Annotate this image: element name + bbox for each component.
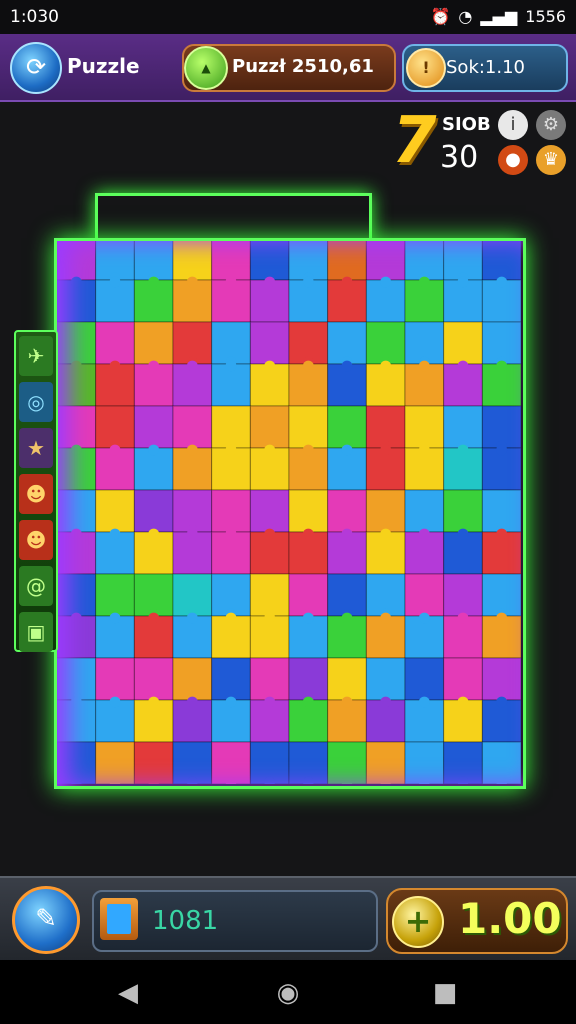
stat-value: 30 xyxy=(440,140,479,175)
signal-icon: ▂▄▆ xyxy=(480,7,518,26)
star-icon[interactable]: ★ xyxy=(19,428,53,468)
plane-icon[interactable]: ✈ xyxy=(19,336,53,376)
coin-value: 1.00 xyxy=(458,894,562,943)
timer-icon: ! xyxy=(406,48,446,88)
alarm-icon: ⏰ xyxy=(430,7,451,26)
pieces-panel[interactable]: 1081 xyxy=(92,890,378,952)
status-bar: 1:030 ⏰ ◔ ▂▄▆ 1556 xyxy=(0,0,576,34)
battery-text: 1556 xyxy=(525,7,566,26)
crown-icon[interactable]: ♛ xyxy=(536,145,566,175)
sok-counter-text: Sok:1.10 xyxy=(446,57,526,78)
face-icon[interactable]: ☻ xyxy=(19,520,53,560)
side-strip: ✈ ◎ ★ ☻ ☻ @ ▣ xyxy=(14,330,58,652)
status-time: 1:030 xyxy=(10,7,59,27)
board-top-extension xyxy=(95,193,372,243)
pieces-count: 1081 xyxy=(152,906,219,936)
recents-icon[interactable]: ■ xyxy=(430,978,460,1008)
phone-icon xyxy=(100,898,138,940)
refresh-icon[interactable]: ⟳ xyxy=(10,42,62,94)
bomb-icon[interactable]: ● xyxy=(498,145,528,175)
level-number: 7 xyxy=(392,104,437,178)
app-title: Puzzle xyxy=(67,54,140,78)
swirl-icon[interactable]: @ xyxy=(19,566,53,606)
wifi-icon: ◔ xyxy=(458,7,473,26)
gear-icon[interactable]: ⚙ xyxy=(536,110,566,140)
puzzle-counter[interactable]: ▲ Puzzł 2510,61 xyxy=(182,44,396,92)
board-frame xyxy=(54,238,526,789)
box-icon[interactable]: ▣ xyxy=(19,612,53,652)
plus-icon[interactable]: + xyxy=(392,896,444,948)
top-bar: ⟳ Puzzle ▲ Puzzł 2510,61 ! Sok:1.10 xyxy=(0,34,576,102)
nav-bar: ◀ ◉ ■ xyxy=(0,960,576,1024)
info-icon[interactable]: i xyxy=(498,110,528,140)
puzzle-counter-icon: ▲ xyxy=(184,46,228,90)
bottom-bar: ✎ 1081 + 1.00 xyxy=(0,876,576,962)
stat-label: SIOB xyxy=(442,114,491,135)
menu-button[interactable]: ✎ xyxy=(12,886,80,954)
status-right: ⏰ ◔ ▂▄▆ 1556 xyxy=(430,7,566,27)
face-icon[interactable]: ☻ xyxy=(19,474,53,514)
sok-counter[interactable]: ! Sok:1.10 xyxy=(402,44,568,92)
back-icon[interactable]: ◀ xyxy=(113,978,143,1008)
globe-icon[interactable]: ◎ xyxy=(19,382,53,422)
home-icon[interactable]: ◉ xyxy=(273,978,303,1008)
coin-panel[interactable]: + 1.00 xyxy=(386,888,568,954)
puzzle-counter-text: Puzzł 2510,61 xyxy=(232,56,374,77)
